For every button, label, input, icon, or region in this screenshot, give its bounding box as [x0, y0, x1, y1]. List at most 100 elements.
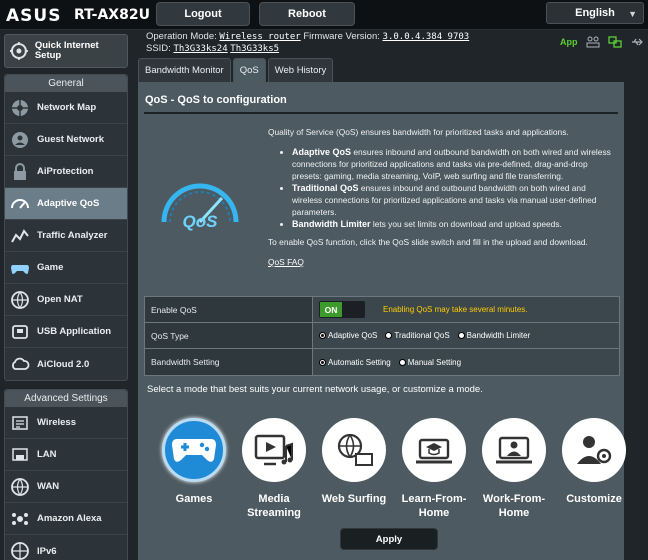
- sidebar-item-lan[interactable]: LAN: [5, 439, 127, 471]
- work-from-home-icon: [496, 436, 532, 464]
- enable-hint: To enable QoS function, click the QoS sl…: [268, 237, 588, 247]
- radio-bandwidth-limiter[interactable]: Bandwidth Limiter: [457, 331, 530, 340]
- mode-games-circle[interactable]: [162, 418, 226, 482]
- mode-web-surfing-circle[interactable]: [322, 418, 386, 482]
- router-model: RT-AX82U: [74, 7, 150, 23]
- chevron-down-icon: ▼: [628, 9, 637, 19]
- qos-faq-link[interactable]: QoS FAQ: [268, 256, 616, 268]
- radio-traditional-qos[interactable]: Traditional QoS: [385, 331, 450, 340]
- app-link[interactable]: App: [560, 37, 578, 47]
- status-info: Operation Mode: Wireless router Firmware…: [146, 31, 469, 55]
- sidebar-item-wan[interactable]: WAN: [5, 471, 127, 503]
- bullet-term: Bandwidth Limiter: [292, 219, 371, 229]
- radio-dot: [398, 358, 406, 366]
- radio-dot: [385, 332, 393, 339]
- qos-description: Quality of Service (QoS) ensures bandwid…: [268, 126, 616, 268]
- language-value: English: [575, 7, 615, 19]
- sidebar-item-ipv6[interactable]: IPv6: [5, 535, 127, 560]
- tab-web-history[interactable]: Web History: [267, 58, 334, 82]
- sidebar-item-label: IPv6: [37, 545, 57, 557]
- bullet-text: lets you set limits on download and uplo…: [370, 219, 562, 229]
- sidebar: Quick Internet Setup General Network Map…: [4, 34, 128, 560]
- media-streaming-icon: [254, 434, 293, 466]
- sidebar-item-usb-application[interactable]: USB Application: [5, 316, 127, 348]
- sidebar-item-wireless[interactable]: Wireless: [5, 407, 127, 439]
- apply-button[interactable]: Apply: [340, 528, 438, 550]
- top-bar: ASUS RT-AX82U Logout Reboot English ▼: [0, 0, 648, 30]
- customize-icon: [577, 436, 612, 464]
- traffic-chart-icon: [9, 225, 31, 247]
- sidebar-item-aicloud[interactable]: AiCloud 2.0: [5, 348, 127, 380]
- settings-row-type: QoS Type Adaptive QoS Traditional QoS Ba…: [145, 323, 619, 349]
- sidebar-item-open-nat[interactable]: Open NAT: [5, 284, 127, 316]
- title-divider: [144, 112, 618, 114]
- tab-bandwidth-monitor[interactable]: Bandwidth Monitor: [138, 58, 231, 82]
- mode-learn-from-home[interactable]: Learn-From-Home: [394, 418, 474, 520]
- mode-media-streaming-circle[interactable]: [242, 418, 306, 482]
- radio-label: Adaptive QoS: [328, 331, 378, 340]
- radio-adaptive-qos[interactable]: Adaptive QoS: [319, 331, 377, 340]
- qos-bullet-list: Adaptive QoS ensures inbound and outboun…: [268, 146, 616, 230]
- radio-automatic-setting[interactable]: Automatic Setting: [319, 358, 391, 367]
- qos-panel: QoS - QoS to configuration QoS Quality o…: [138, 82, 626, 560]
- qos-type-label: QoS Type: [145, 323, 313, 348]
- operation-mode-link[interactable]: Wireless router: [219, 32, 300, 42]
- logout-button[interactable]: Logout: [156, 2, 250, 26]
- mode-work-from-home[interactable]: Work-From-Home: [474, 418, 554, 520]
- mode-selector: Games Media Streaming Web Surfing Learn-…: [154, 418, 626, 528]
- ssid-24-link[interactable]: Th3G33ks24: [173, 44, 227, 54]
- learn-from-home-icon: [416, 438, 452, 464]
- ssid-5-link[interactable]: Th3G33ks5: [230, 44, 279, 54]
- qos-toggle[interactable]: ON: [319, 301, 365, 318]
- mode-label: Games: [175, 493, 213, 505]
- sidebar-item-label: Traffic Analyzer: [37, 230, 108, 241]
- asus-logo: ASUS: [6, 6, 62, 26]
- tab-qos[interactable]: QoS: [232, 58, 266, 82]
- advanced-menu: Advanced Settings Wireless LAN WAN Amazo…: [4, 389, 128, 560]
- sidebar-item-adaptive-qos[interactable]: Adaptive QoS: [5, 188, 127, 220]
- mode-work-from-home-circle[interactable]: [482, 418, 546, 482]
- usb-icon: [9, 321, 31, 343]
- firmware-label: Firmware Version:: [303, 31, 380, 42]
- bullet-term: Adaptive QoS: [292, 147, 352, 157]
- mode-customize-circle[interactable]: [562, 418, 626, 482]
- sidebar-item-game[interactable]: Game: [5, 252, 127, 284]
- sidebar-item-amazon-alexa[interactable]: Amazon Alexa: [5, 503, 127, 535]
- radio-dot: [319, 332, 326, 339]
- sidebar-item-label: AiCloud 2.0: [37, 358, 90, 370]
- internet-status-icon[interactable]: [607, 36, 622, 48]
- sidebar-item-aiprotection[interactable]: AiProtection: [5, 156, 127, 188]
- speedometer-icon: [9, 193, 31, 215]
- sidebar-item-traffic-analyzer[interactable]: Traffic Analyzer: [5, 220, 127, 252]
- sidebar-item-label: Adaptive QoS: [37, 198, 100, 209]
- mode-label: Web Surfing: [321, 493, 387, 505]
- reboot-button[interactable]: Reboot: [259, 2, 355, 26]
- firmware-link[interactable]: 3.0.0.4.384_9703: [383, 32, 470, 42]
- clients-icon[interactable]: [586, 36, 600, 48]
- quick-internet-setup-button[interactable]: Quick Internet Setup: [4, 34, 128, 68]
- mode-customize[interactable]: Customize: [554, 418, 634, 506]
- radio-manual-setting[interactable]: Manual Setting: [398, 358, 461, 367]
- mode-learn-from-home-circle[interactable]: [402, 418, 466, 482]
- usb-status-icon[interactable]: [630, 36, 644, 48]
- mode-games[interactable]: Games: [154, 418, 234, 506]
- radio-dot: [319, 358, 326, 366]
- cloud-icon: [9, 353, 31, 375]
- sidebar-item-label: Wireless: [37, 417, 76, 428]
- mode-media-streaming[interactable]: Media Streaming: [234, 418, 314, 520]
- qos-logo-text: QoS: [183, 212, 219, 231]
- sidebar-item-guest-network[interactable]: Guest Network: [5, 124, 127, 156]
- advanced-header: Advanced Settings: [5, 390, 127, 407]
- sidebar-item-network-map[interactable]: Network Map: [5, 92, 127, 124]
- qos-type-options: Adaptive QoS Traditional QoS Bandwidth L…: [313, 323, 619, 348]
- mode-web-surfing[interactable]: Web Surfing: [314, 418, 394, 506]
- mode-label: Work-From-Home: [482, 493, 546, 519]
- ipv6-icon: [9, 540, 31, 560]
- ssid-label: SSID:: [146, 43, 171, 54]
- enable-qos-label: Enable QoS: [145, 297, 313, 322]
- tab-bar: Bandwidth Monitor QoS Web History: [138, 58, 334, 82]
- lan-icon: [9, 444, 31, 466]
- page-title: QoS - QoS to configuration: [145, 94, 287, 106]
- language-select[interactable]: English ▼: [546, 2, 644, 24]
- sidebar-item-label: Amazon Alexa: [37, 513, 102, 524]
